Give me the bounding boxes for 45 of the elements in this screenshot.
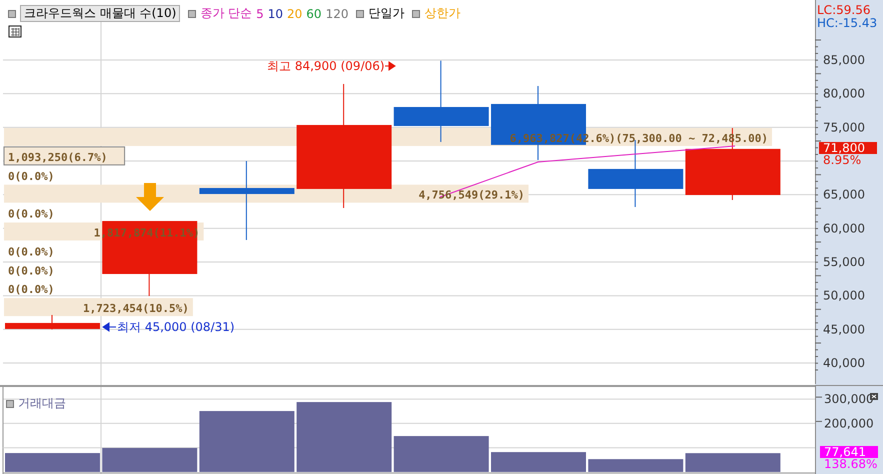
right-arrow-icon [384,62,396,70]
volume-ratio: 138.68% [824,457,878,471]
current-price-tag: 71,800 [819,141,877,155]
volume-profile-label: 0(0.0%) [8,264,54,278]
low-marker: 최저 45,000 (08/31) [117,320,235,334]
volume-profile-label: 1,093,250(6.7%) [8,150,108,164]
indicator-label: 상한가 [424,5,460,22]
hc-value: HC:-15.43 [817,16,878,30]
price-tick-label: 50,000 [823,288,865,303]
volume-profile-label: 0(0.0%) [8,283,54,296]
left-arrow-icon [102,322,116,332]
toggle-icon[interactable] [8,10,16,18]
ma-label: 종가 단순 [200,5,252,22]
volume-profile-label: 1,723,454(10.5%) [82,302,189,316]
price-tick-label: 65,000 [823,188,865,202]
ma-period: 60 [306,6,322,20]
volume-title: 거래대금 [18,395,66,412]
ma-period: 10 [268,6,284,20]
volume-profile-label: 4,756,549(29.1%) [418,188,525,202]
ma-period: 120 [326,6,348,20]
price-tick-label: 60,000 [823,221,865,236]
indicator-label: 단일가 [368,5,404,22]
toggle-icon[interactable] [412,10,420,18]
high-marker: 최고 84,900 (09/06) [267,59,385,73]
price-tick-label: 80,000 [823,86,865,101]
toggle-icon[interactable] [6,400,14,408]
toggle-icon[interactable] [356,10,364,18]
volume-profile-label: 0(0.0%) [8,170,54,183]
indicator-title[interactable]: 크라우드웍스 매물대 수(10) [20,5,180,22]
price-change: 8.95% [823,153,862,167]
price-tick-label: 55,000 [823,255,865,270]
lc-value: LC:59.56 [817,3,870,17]
table-icon[interactable] [8,26,22,38]
volume-current-tag: 77,641 [820,445,878,459]
toggle-icon[interactable] [188,10,196,18]
price-tick-label: 85,000 [823,53,865,67]
volume-profile-label: 0(0.0%) [8,245,54,258]
down-arrow-icon [136,183,164,211]
ma-period: 20 [287,6,302,20]
ma-period: 5 [256,6,264,20]
price-tick-label: 45,000 [823,322,865,336]
price-tick-label: 40,000 [823,356,865,370]
price-tick-label: 75,000 [823,120,865,134]
volume-tick-label: 200,000 [824,416,874,430]
volume-profile-label: 0(0.0%) [8,208,54,221]
